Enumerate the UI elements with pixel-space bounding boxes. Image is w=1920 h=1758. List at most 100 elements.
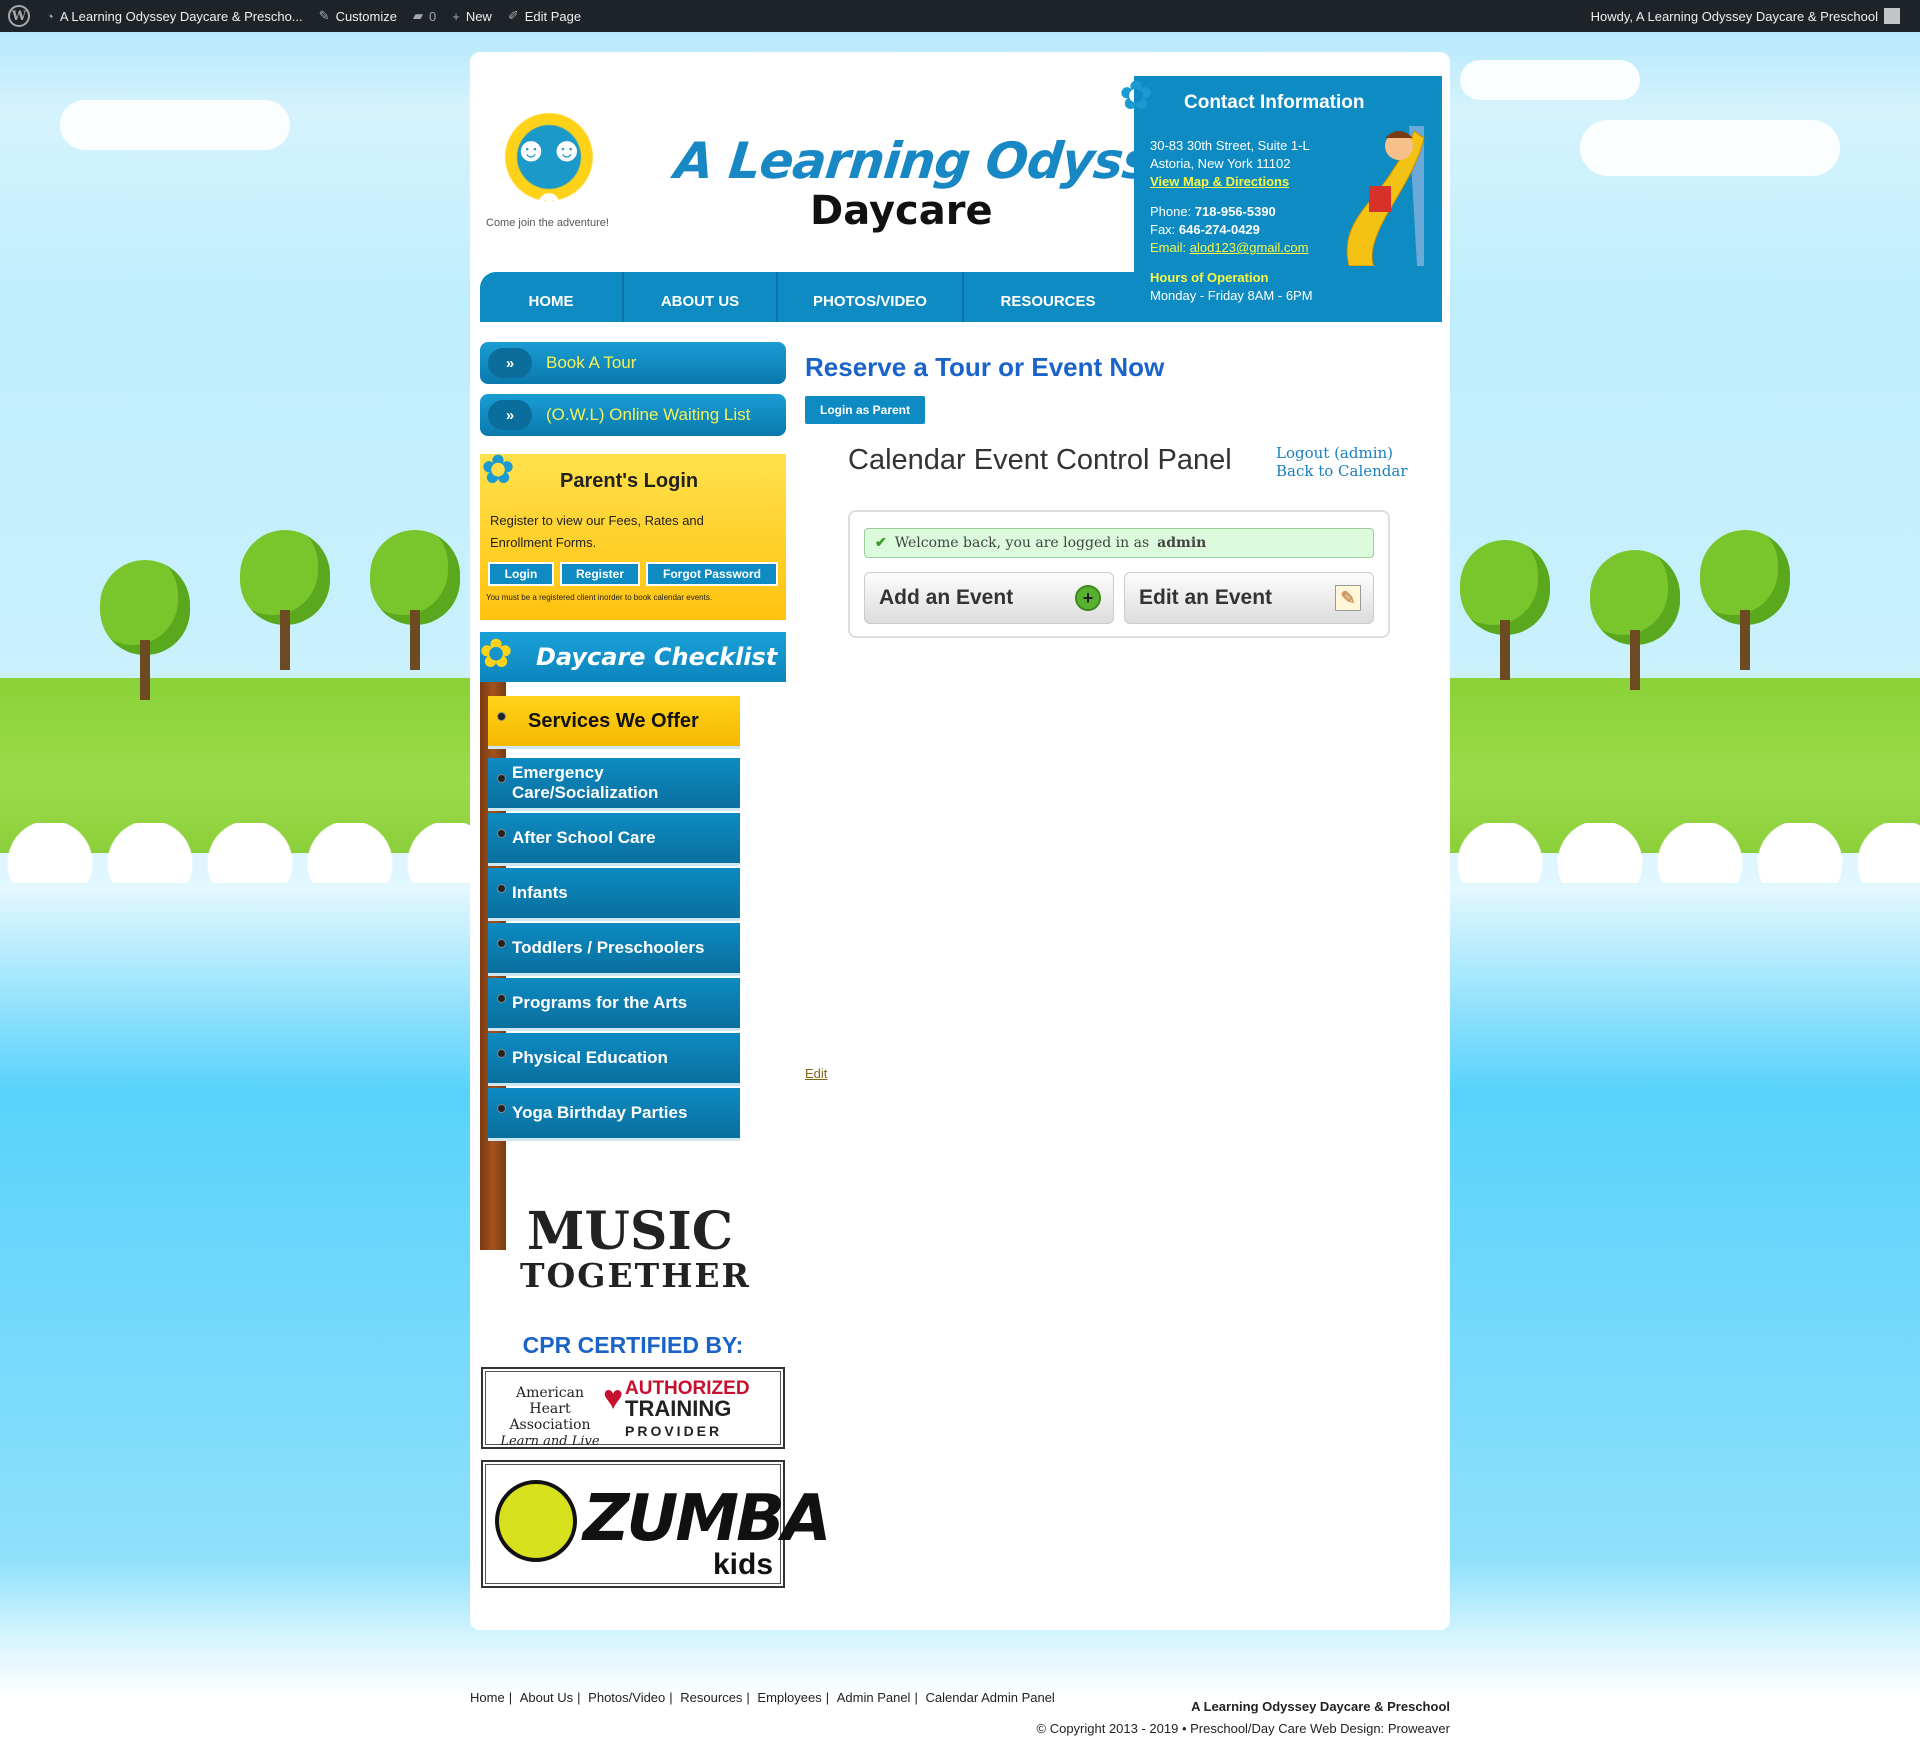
service-item[interactable]: Toddlers / Preschoolers: [488, 923, 740, 973]
email-link[interactable]: alod123@gmail.com: [1190, 240, 1309, 255]
butterfly-icon: ✿: [481, 448, 515, 492]
parent-login-text: Register to view our Fees, Rates and Enr…: [490, 513, 704, 550]
page-container: ☻☻☻ Come join the adventure! A Learning …: [470, 52, 1450, 1630]
customize-link[interactable]: ✎ Customize: [311, 0, 405, 32]
service-item[interactable]: After School Care: [488, 813, 740, 863]
address-line1: 30-83 30th Street, Suite 1-L: [1150, 138, 1310, 153]
edit-link[interactable]: Edit: [805, 1066, 827, 1081]
add-event-label: Add an Event: [879, 586, 1014, 609]
map-directions-link[interactable]: View Map & Directions: [1150, 174, 1289, 189]
services-header: Services We Offer: [488, 696, 740, 746]
tree: [240, 530, 330, 670]
hours-text: Monday - Friday 8AM - 6PM: [1150, 288, 1313, 303]
welcome-user: admin: [1157, 535, 1207, 551]
logout-link[interactable]: Logout (admin): [1276, 444, 1408, 462]
double-chevron-icon: »: [488, 348, 532, 378]
grass-left: [0, 678, 470, 883]
login-button[interactable]: Login: [488, 562, 554, 586]
main-nav: HOME ABOUT US PHOTOS/VIDEO RESOURCES: [480, 272, 1134, 322]
phone-label: Phone:: [1150, 204, 1192, 219]
nav-resources[interactable]: RESOURCES: [964, 272, 1132, 322]
zumba-logo-icon: [495, 1480, 577, 1562]
footer-link-photos-video[interactable]: Photos/Video: [588, 1690, 665, 1705]
owl-label: (O.W.L) Online Waiting List: [546, 405, 751, 424]
footer: Home | About Us | Photos/Video | Resources |…: [470, 1690, 1450, 1736]
plus-icon: +: [1075, 585, 1101, 611]
avatar: [1884, 8, 1900, 24]
footer-copyright: © Copyright 2013 - 2019 • Preschool/Day …: [1036, 1721, 1450, 1736]
footer-link-resources[interactable]: Resources: [680, 1690, 742, 1705]
service-label: Yoga Birthday Parties: [512, 1103, 688, 1122]
book-tour-button[interactable]: » Book A Tour: [480, 342, 786, 384]
music-together-logo[interactable]: MUSIC TOGETHER: [520, 1206, 751, 1298]
plus-icon: +: [452, 8, 460, 24]
footer-link-admin-panel[interactable]: Admin Panel: [837, 1690, 911, 1705]
new-label: New: [465, 8, 492, 24]
forgot-password-button[interactable]: Forgot Password: [646, 562, 778, 586]
service-item[interactable]: Emergency Care/Socialization: [488, 758, 740, 808]
cloud: [1580, 120, 1840, 176]
footer-link-home[interactable]: Home: [470, 1690, 505, 1705]
notepad-icon: ✎: [1335, 585, 1361, 611]
new-link[interactable]: + New: [444, 0, 500, 32]
nav-photos-video[interactable]: PHOTOS/VIDEO: [778, 272, 964, 322]
tree: [100, 560, 190, 700]
register-button[interactable]: Register: [560, 562, 640, 586]
service-item[interactable]: Infants: [488, 868, 740, 918]
footer-link-calendar-admin[interactable]: Calendar Admin Panel: [925, 1690, 1054, 1705]
butterfly-icon: ✿: [479, 631, 513, 677]
page-title: Reserve a Tour or Event Now: [805, 352, 1165, 382]
phone-number: 718-956-5390: [1194, 204, 1276, 219]
admin-bar: W ◔ A Learning Odyssey Daycare & Prescho.…: [0, 0, 1920, 32]
checklist-title: Daycare Checklist: [536, 643, 778, 671]
comment-icon: ▰: [412, 8, 423, 23]
site-name-link[interactable]: ◔ A Learning Odyssey Daycare & Prescho...: [38, 0, 311, 32]
owl-button[interactable]: » (O.W.L) Online Waiting List: [480, 394, 786, 436]
aha-badge[interactable]: American Heart Association Learn and Live…: [481, 1367, 785, 1449]
fax-number: 646-274-0429: [1178, 222, 1260, 237]
welcome-text: Welcome back, you are logged in as: [894, 535, 1150, 551]
service-item[interactable]: Yoga Birthday Parties: [488, 1088, 740, 1138]
cloud: [60, 100, 290, 150]
aha-training: TRAINING: [625, 1396, 732, 1421]
service-label: Physical Education: [512, 1048, 668, 1067]
tree: [370, 530, 460, 670]
footer-link-employees[interactable]: Employees: [757, 1690, 821, 1705]
zumba-text: ZUMBA: [583, 1482, 831, 1556]
footer-link-about-us[interactable]: About Us: [520, 1690, 573, 1705]
pencil-icon: ✐: [507, 8, 519, 23]
control-panel-title: Calendar Event Control Panel: [848, 444, 1232, 476]
edit-page-link[interactable]: ✐ Edit Page: [500, 0, 589, 32]
account-menu[interactable]: Howdy, A Learning Odyssey Daycare & Pres…: [1583, 0, 1920, 32]
fax-label: Fax:: [1150, 222, 1176, 237]
parent-login-title: Parent's Login: [560, 470, 699, 492]
service-label: Toddlers / Preschoolers: [512, 938, 705, 957]
zumba-kids-badge[interactable]: ZUMBA kids: [481, 1460, 831, 1588]
comments-link[interactable]: ▰ 0: [405, 0, 444, 32]
aha-provider: PROVIDER: [625, 1423, 723, 1439]
music-line2: TOGETHER: [520, 1256, 751, 1295]
service-item[interactable]: Physical Education: [488, 1033, 740, 1083]
tagline: Come join the adventure!: [486, 217, 609, 229]
back-to-calendar-link[interactable]: Back to Calendar: [1276, 462, 1408, 480]
aha-name: American Heart Association: [509, 1385, 591, 1433]
nav-about-us[interactable]: ABOUT US: [624, 272, 778, 322]
panel-links: Logout (admin) Back to Calendar: [1276, 444, 1408, 480]
daycare-checklist-header: ✿ Daycare Checklist: [479, 631, 786, 682]
service-label: Emergency Care/Socialization: [512, 763, 659, 802]
service-item[interactable]: Programs for the Arts: [488, 978, 740, 1028]
login-as-parent-button[interactable]: Login as Parent: [805, 396, 925, 424]
wordpress-logo[interactable]: W: [0, 0, 38, 32]
parent-login-box: ✿ Parent's Login Register to view our Fe…: [480, 448, 786, 620]
customize-label: Customize: [335, 8, 397, 24]
contact-box: ✿ Contact Information 30-83 30th Street,…: [1119, 74, 1442, 322]
add-event-button[interactable]: Add an Event +: [864, 572, 1114, 624]
comments-count: 0: [428, 8, 437, 24]
nav-home[interactable]: HOME: [480, 272, 624, 322]
butterfly-icon: ✿: [1119, 74, 1153, 118]
tree: [1700, 530, 1790, 670]
brush-icon: ✎: [318, 8, 330, 23]
edit-event-button[interactable]: Edit an Event ✎: [1124, 572, 1374, 624]
footer-company: A Learning Odyssey Daycare & Preschool: [1191, 1699, 1450, 1714]
wordpress-icon: W: [8, 5, 30, 27]
